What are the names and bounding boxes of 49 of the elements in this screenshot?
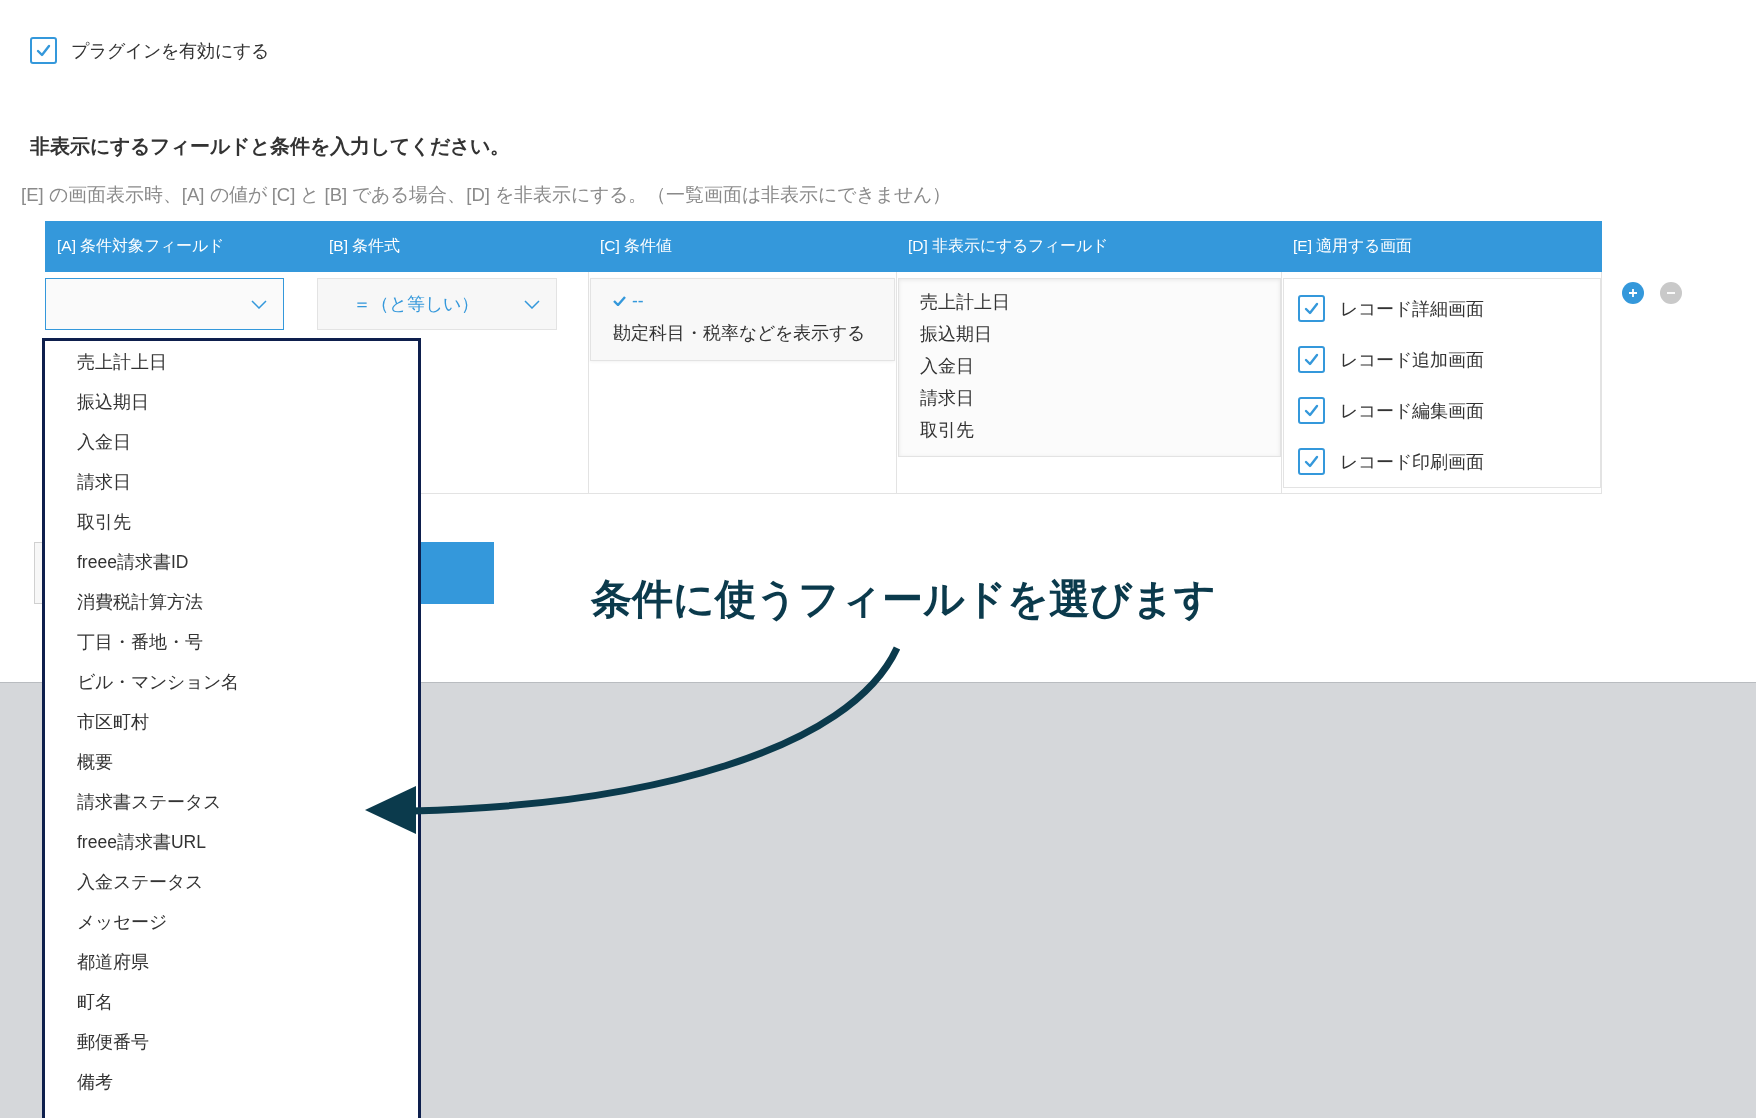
add-row-button[interactable]: [1622, 282, 1644, 304]
checkbox-label: レコード編集画面: [1340, 399, 1484, 423]
checkbox[interactable]: [1298, 397, 1325, 424]
column-header: [D] 非表示にするフィールド: [907, 236, 1110, 256]
checkbox[interactable]: [30, 37, 57, 64]
dropdown-option[interactable]: 概要: [77, 742, 113, 782]
checkbox[interactable]: [1298, 448, 1325, 475]
column-header: [B] 条件式: [328, 236, 402, 256]
dropdown-option[interactable]: 市区町村: [77, 702, 149, 742]
checkbox[interactable]: [1298, 346, 1325, 373]
dropdown-option[interactable]: ビル・マンション名: [77, 662, 239, 702]
check-icon: [613, 296, 626, 306]
dropdown-option[interactable]: メッセージ: [77, 902, 167, 942]
dropdown-option[interactable]: 請求日: [77, 462, 131, 502]
dropdown-option[interactable]: 郵便番号: [77, 1022, 149, 1062]
field-select[interactable]: [45, 278, 284, 330]
dropdown-option[interactable]: 入金日: [77, 422, 131, 462]
instruction-text: [E] の画面表示時、[A] の値が [C] と [B] である場合、[D] を非表示にする。（一覧画面は非表示にできません）: [21, 183, 953, 207]
checkbox[interactable]: [1298, 295, 1325, 322]
checkbox-label: レコード追加画面: [1340, 348, 1484, 372]
section-heading: 非表示にするフィールドと条件を入力してください。: [30, 134, 511, 159]
value-option[interactable]: 勘定科目・税率などを表示する: [613, 317, 865, 349]
annotation-text: 条件に使うフィールドを選びます: [591, 575, 1216, 623]
column-header: [A] 条件対象フィールド: [56, 236, 226, 256]
dropdown-option[interactable]: 売上計上日: [77, 342, 167, 382]
dropdown-option[interactable]: 都道府県: [77, 942, 149, 982]
list-option[interactable]: 売上計上日: [920, 286, 1280, 318]
chevron-down-icon: [251, 299, 267, 309]
dropdown-option[interactable]: 消費税計算方法: [77, 582, 203, 622]
dropdown-option[interactable]: 取引先: [77, 502, 131, 542]
list-option[interactable]: 振込期日: [920, 318, 1280, 350]
list-option[interactable]: 入金日: [920, 350, 1280, 382]
plus-icon: [1628, 288, 1638, 298]
dropdown-option[interactable]: 請求書ステータス: [77, 782, 221, 822]
column-header: [E] 適用する画面: [1292, 236, 1414, 256]
dropdown-option[interactable]: 振込期日: [77, 382, 149, 422]
chevron-down-icon: [524, 299, 540, 309]
dropdown-option[interactable]: 町名: [77, 982, 113, 1022]
checkbox-label: レコード詳細画面: [1340, 297, 1484, 321]
checkbox-label: レコード印刷画面: [1340, 450, 1484, 474]
dropdown-option[interactable]: freee請求書ID: [77, 542, 189, 582]
list-option[interactable]: 取引先: [920, 414, 1280, 446]
dropdown-option[interactable]: 備考: [77, 1062, 113, 1102]
checkbox-label: プラグインを有効にする: [71, 39, 269, 63]
dropdown-option[interactable]: freee請求書URL: [77, 822, 206, 862]
dropdown-option[interactable]: 入金ステータス: [77, 862, 203, 902]
list-option[interactable]: 請求日: [920, 382, 1280, 414]
column-header: [C] 条件値: [599, 236, 674, 256]
dropdown-option[interactable]: 丁目・番地・号: [77, 622, 203, 662]
